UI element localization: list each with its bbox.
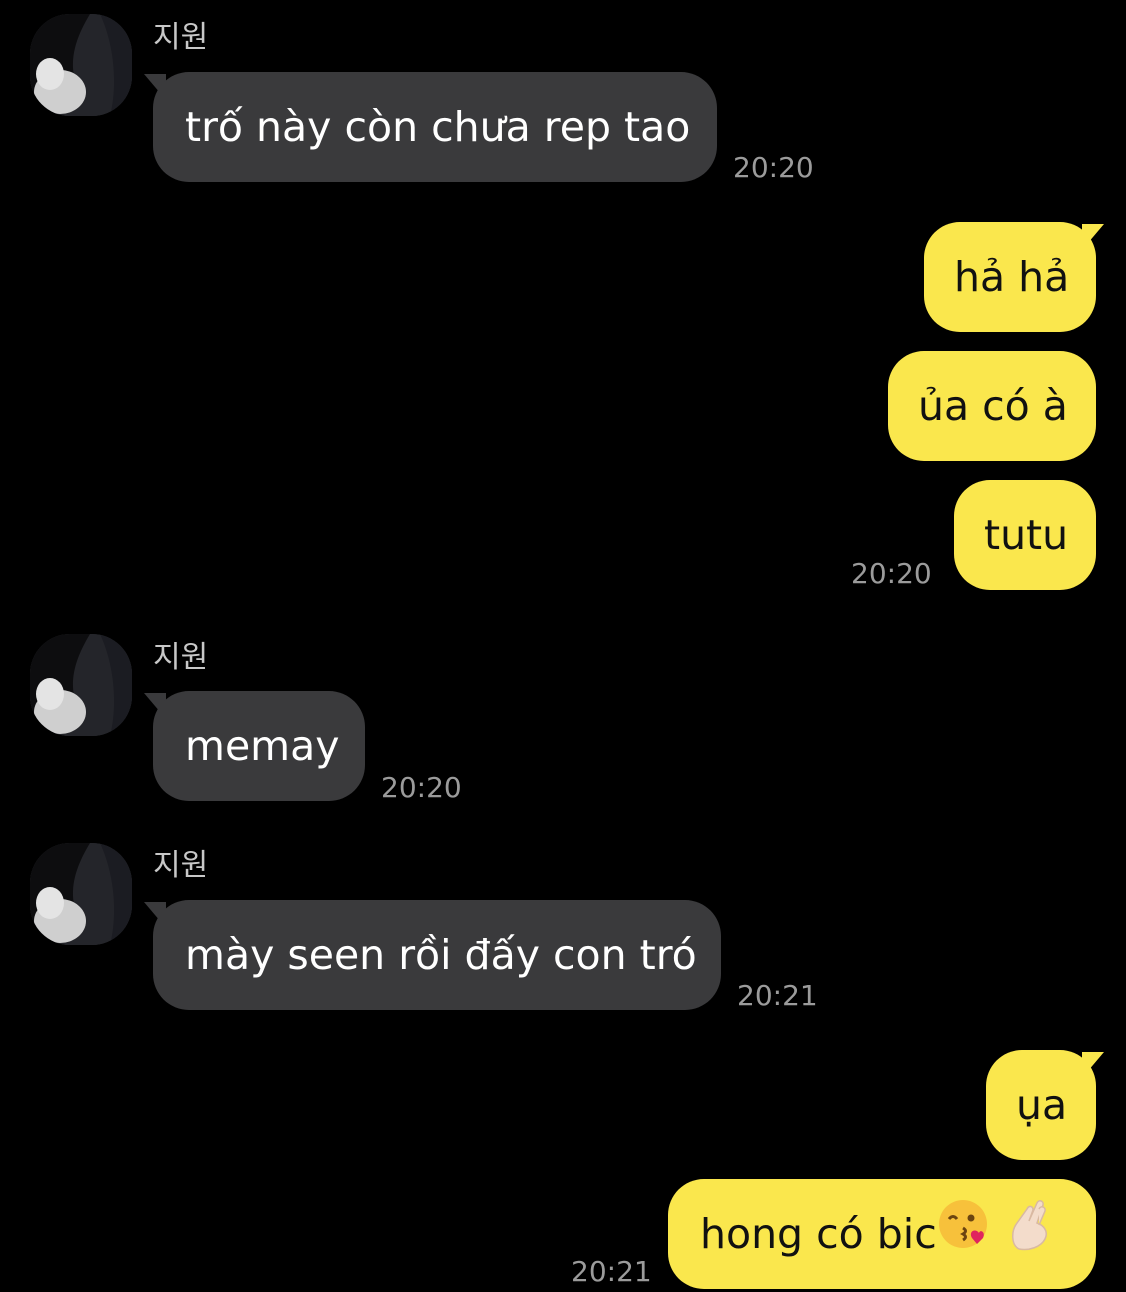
- message-bubble-outgoing[interactable]: ủa có à: [888, 351, 1096, 461]
- sender-name: 지원: [153, 640, 209, 675]
- message-text: tutu: [984, 511, 1069, 559]
- message-text: mày seen rồi đấy con tró: [185, 931, 697, 979]
- avatar[interactable]: [30, 14, 132, 116]
- message-text: ủa có à: [918, 382, 1068, 430]
- message-bubble-outgoing[interactable]: hong có bic: [668, 1179, 1096, 1289]
- avatar[interactable]: [30, 843, 132, 945]
- message-text: hả hả: [954, 253, 1070, 301]
- message-time: 20:20: [733, 151, 814, 184]
- crossed-fingers-icon: [1005, 1182, 1055, 1292]
- message-bubble-outgoing[interactable]: hả hả: [924, 222, 1096, 332]
- message-text: hong có bic: [700, 1210, 937, 1258]
- message-bubble-incoming[interactable]: trố này còn chưa rep tao: [153, 72, 717, 182]
- message-time: 20:21: [571, 1255, 652, 1288]
- message-bubble-outgoing[interactable]: ụa: [986, 1050, 1096, 1160]
- message-text: memay: [185, 722, 340, 770]
- sender-name: 지원: [153, 20, 209, 55]
- message-time: 20:20: [851, 557, 932, 590]
- message-bubble-incoming[interactable]: mày seen rồi đấy con tró: [153, 900, 721, 1010]
- message-text: trố này còn chưa rep tao: [185, 103, 691, 151]
- face-blowing-kiss-icon: [937, 1182, 991, 1292]
- sender-name: 지원: [153, 848, 209, 883]
- message-text: ụa: [1016, 1081, 1068, 1129]
- message-time: 20:20: [381, 771, 462, 804]
- message-bubble-incoming[interactable]: memay: [153, 691, 365, 801]
- avatar[interactable]: [30, 634, 132, 736]
- message-time: 20:21: [737, 979, 818, 1012]
- message-bubble-outgoing[interactable]: tutu: [954, 480, 1096, 590]
